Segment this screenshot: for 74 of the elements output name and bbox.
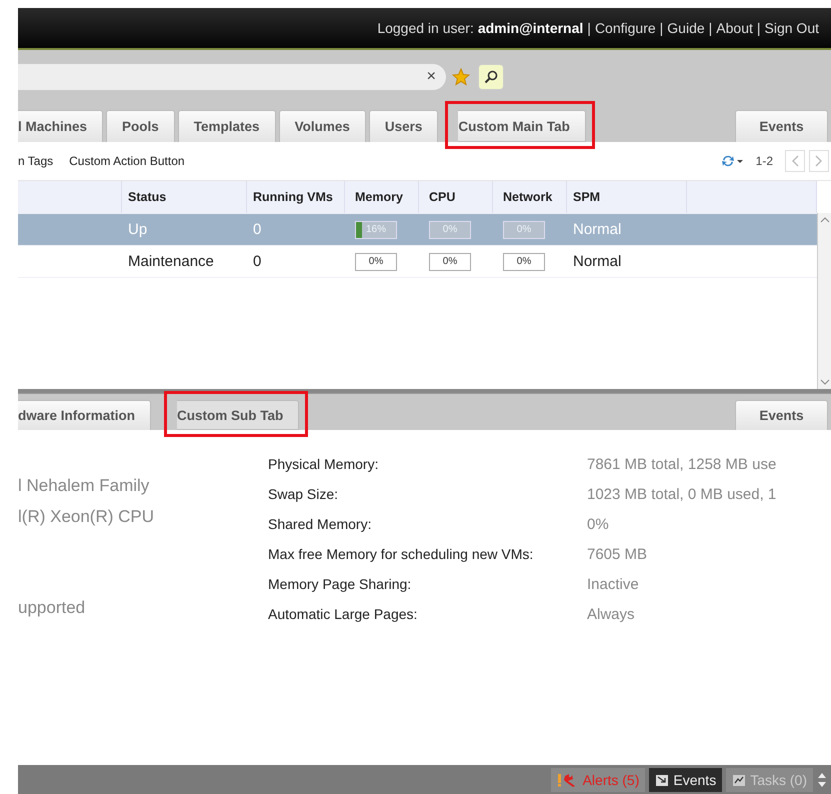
page-range: 1-2 (756, 154, 773, 168)
search-button[interactable] (478, 64, 504, 90)
tab[interactable]: Volumes (278, 110, 366, 142)
tab[interactable]: Pools (106, 110, 175, 142)
table-cell-text: Normal (572, 220, 622, 240)
expand-collapse-icon (817, 772, 827, 788)
detail-label: Physical Memory: (268, 456, 380, 474)
detail-label: Max free Memory for scheduling new VMs: (268, 546, 534, 564)
header-link[interactable]: Guide (667, 20, 705, 36)
detail-label: Automatic Large Pages: (268, 606, 418, 624)
detail-label: Swap Size: (268, 486, 340, 504)
tab[interactable]: Custom Main Tab (458, 110, 586, 142)
detail-label: Shared Memory: (268, 516, 372, 534)
separator: | (708, 20, 712, 36)
header-link[interactable]: Sign Out (764, 20, 819, 36)
detail-value: Always (587, 606, 636, 625)
usage-reading: 16% (366, 224, 386, 235)
table-cell-text: 0 (252, 252, 262, 272)
tab[interactable]: dware Information (18, 400, 152, 430)
detail-value: 7605 MB (587, 546, 648, 565)
header-link[interactable]: About (716, 20, 753, 36)
task-list-icon (732, 772, 746, 786)
table-cell-text: Normal (572, 252, 622, 272)
events-tab[interactable]: Events (735, 110, 828, 142)
usage-reading: 0% (442, 224, 458, 235)
search-icon (484, 70, 498, 84)
clear-button[interactable]: × (426, 68, 436, 86)
table-row[interactable]: Maintenance 0 0% 0% 0% Normal (18, 246, 817, 278)
tray-icon (655, 772, 670, 786)
tab[interactable]: Custom Sub Tab (177, 400, 300, 430)
toolbar-action[interactable]: n Tags (18, 154, 54, 168)
detail-label: Memory Page Sharing: (268, 576, 412, 594)
user-label: Logged in user: (377, 20, 474, 36)
detail-value: upported (18, 598, 86, 619)
column-header[interactable]: SPM (567, 181, 687, 213)
tab[interactable]: l Machines (18, 110, 104, 142)
column-header[interactable]: Memory (345, 181, 419, 213)
refresh-icon (720, 154, 744, 168)
separator: | (756, 20, 761, 36)
table-cell-text: Up (127, 220, 148, 240)
detail-value: 7861 MB total, 1258 MB use (587, 456, 776, 475)
usage-reading: 0% (442, 256, 458, 267)
table-cell-text: Maintenance (127, 252, 215, 272)
tab[interactable]: Users (368, 110, 438, 142)
tab[interactable]: Templates (178, 110, 276, 142)
usage-reading: 0% (368, 256, 384, 267)
star-icon (452, 68, 470, 86)
user-name: admin@internal (478, 20, 584, 36)
search-field[interactable]: × (18, 64, 446, 90)
detail-value: l(R) Xeon(R) CPU (18, 507, 156, 528)
detail-value: 1023 MB total, 0 MB used, 1 (587, 486, 776, 505)
separator: | (660, 20, 664, 36)
column-header[interactable]: Network (493, 181, 567, 213)
column-header[interactable]: Status (122, 181, 247, 213)
usage-reading: 0% (516, 224, 532, 235)
next-page-button[interactable] (809, 150, 829, 172)
scroll-up-icon (820, 216, 830, 224)
events-tab[interactable]: Events (735, 400, 828, 430)
header-link[interactable]: Configure (594, 20, 656, 36)
table-cell-text: 0 (252, 220, 262, 240)
events-button[interactable]: Events (649, 768, 722, 792)
detail-value: l Nehalem Family (18, 476, 150, 497)
scroll-down-icon (820, 378, 830, 386)
separator: | (587, 20, 591, 36)
detail-value: Inactive (587, 576, 640, 595)
detail-value: 0% (587, 516, 610, 535)
usage-reading: 0% (516, 256, 532, 267)
toolbar-action[interactable]: Custom Action Button (69, 154, 185, 168)
chevron-left-icon (791, 155, 799, 167)
column-header[interactable]: CPU (419, 181, 493, 213)
scrollbar[interactable] (817, 213, 831, 389)
column-header[interactable]: Running VMs (247, 181, 345, 213)
previous-page-button[interactable] (785, 150, 805, 172)
chevron-right-icon (815, 155, 823, 167)
